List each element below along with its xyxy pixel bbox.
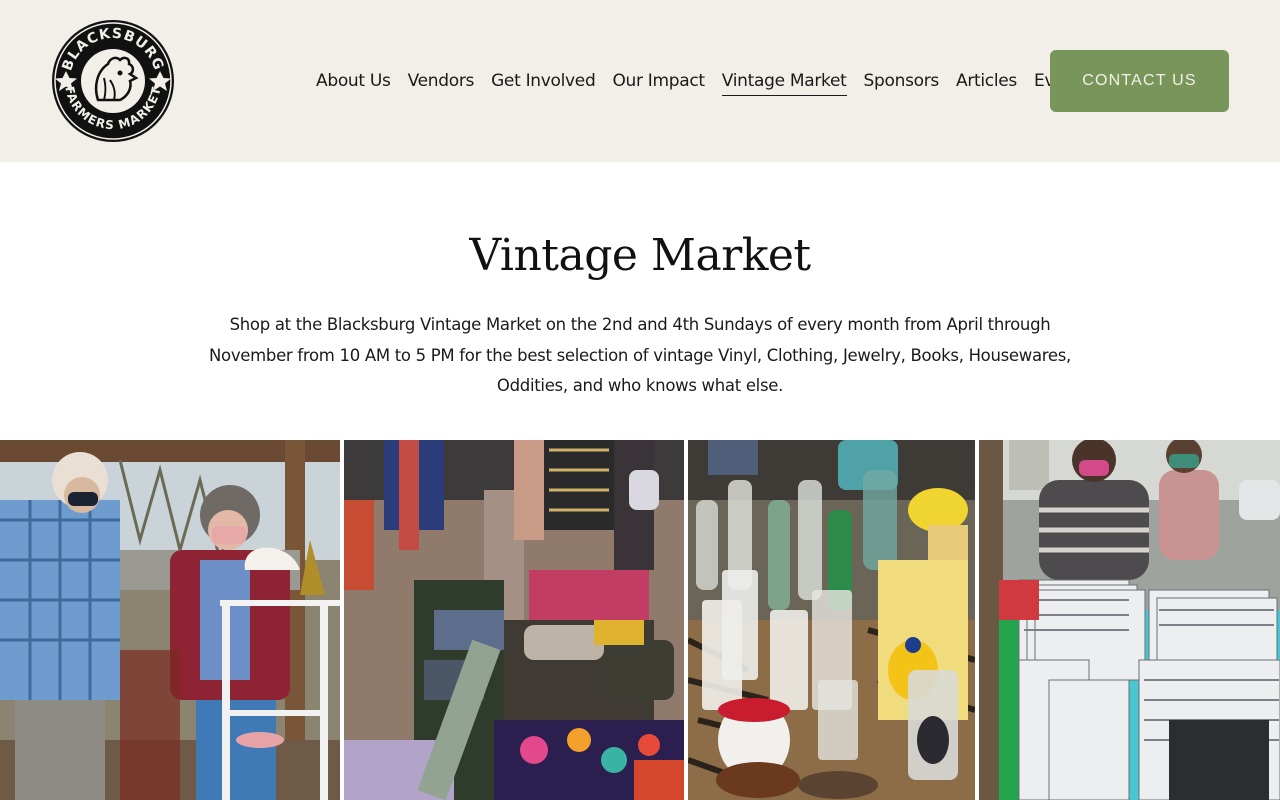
nav-item-vendors[interactable]: Vendors [408, 68, 475, 96]
nav-item-get-involved[interactable]: Get Involved [491, 68, 596, 96]
rooster-seal-logo-icon: BLACKSBURG FARMERS MARKET [52, 20, 174, 142]
nav-item-sponsors[interactable]: Sponsors [864, 68, 940, 96]
glassware-photo[interactable] [688, 440, 975, 800]
shoppers-browsing-photo[interactable] [0, 440, 340, 800]
page-intro: Shop at the Blacksburg Vintage Market on… [208, 315, 1072, 395]
main-nav: About Us Vendors Get Involved Our Impact… [316, 68, 1090, 96]
nav-item-articles[interactable]: Articles [956, 68, 1017, 96]
photo-gallery [0, 440, 1280, 800]
contact-us-button[interactable]: CONTACT US [1050, 50, 1229, 112]
nav-item-about-us[interactable]: About Us [316, 68, 391, 96]
vinyl-records-photo[interactable] [979, 440, 1280, 800]
site-logo[interactable]: BLACKSBURG FARMERS MARKET [50, 18, 176, 144]
clothing-and-suitcases-photo[interactable] [344, 440, 684, 800]
nav-item-our-impact[interactable]: Our Impact [612, 68, 705, 96]
nav-item-vintage-market[interactable]: Vintage Market [721, 68, 847, 96]
site-header: BLACKSBURG FARMERS MARKET About Us Vendo… [0, 0, 1280, 162]
page-title: Vintage Market [469, 230, 811, 281]
